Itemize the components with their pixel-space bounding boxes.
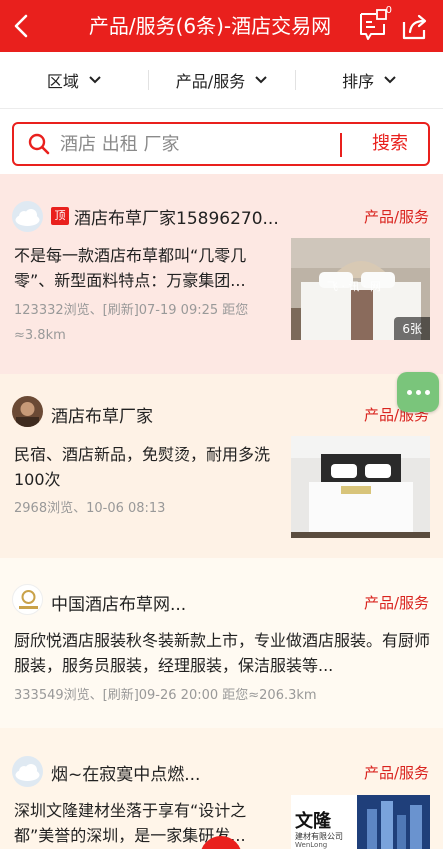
listing-thumbnail[interactable]: 飞 · 讯 · 网 6张: [291, 238, 430, 340]
page-title: 产品/服务(6条)-酒店交易网: [88, 14, 332, 38]
thumb-logo-text: 文隆: [295, 811, 331, 832]
more-dot-icon: [415, 389, 421, 395]
share-icon[interactable]: [400, 12, 430, 42]
top-tag-badge: 顶: [51, 207, 69, 225]
top-bar: 产品/服务(6条)-酒店交易网 0: [0, 0, 443, 52]
floating-chat-button[interactable]: [397, 372, 439, 412]
image-count-badge: 6张: [394, 317, 430, 340]
thumb-logo-en: WenLong Building: [295, 841, 328, 849]
chevron-down-icon: [255, 76, 267, 84]
chat-bubble-icon: [360, 9, 387, 40]
filter-region-label: 区域: [46, 72, 79, 91]
listing-category: 产品/服务: [363, 594, 429, 612]
listing-category: 产品/服务: [363, 208, 429, 226]
avatar: [12, 396, 43, 427]
messages-button[interactable]: 0: [358, 5, 392, 42]
back-arrow-icon[interactable]: [8, 10, 38, 42]
hotel-bedding-image: [291, 436, 430, 538]
listing-title[interactable]: 酒店布草厂家: [51, 402, 153, 427]
listing-description: 厨欣悦酒店服装秋冬装新款上市，专业做酒店服装。有厨师服装，服务员服装，经理服装，…: [14, 631, 431, 675]
listing-card[interactable]: 中国酒店布草网... 产品/服务 厨欣悦酒店服装秋冬装新款上市，专业做酒店服装。…: [0, 558, 443, 728]
filter-bar: 区域 产品/服务 排序: [0, 52, 443, 109]
listing-description: 深圳文隆建材坐落于享有“设计之都”美誉的深圳，是一家集研发...: [14, 801, 247, 845]
avatar: [12, 584, 43, 615]
listing-card[interactable]: 烟~在寂寞中点燃... 产品/服务 深圳文隆建材坐落于享有“设计之都”美誉的深圳…: [0, 728, 443, 849]
listing-card[interactable]: 酒店布草厂家 产品/服务 民宿、酒店新品，免熨烫，耐用多洗100次 2968浏览…: [0, 374, 443, 558]
search-button[interactable]: 搜索: [352, 124, 428, 164]
city-skyline-image: [357, 795, 430, 849]
listing-meta: 333549浏览、[刷新]09-26 20:00 距您≈206.3km: [14, 688, 317, 703]
search-box: 搜索: [12, 122, 430, 166]
user-photo-icon: [16, 402, 39, 427]
filter-sort-label: 排序: [342, 72, 375, 91]
search-icon: [28, 133, 50, 155]
chevron-down-icon: [89, 76, 101, 84]
listing-card[interactable]: 顶 酒店布草厂家15896270... 产品/服务 不是每一款酒店布草都叫“几零…: [0, 174, 443, 374]
filter-region[interactable]: 区域: [0, 52, 148, 108]
listing-category: 产品/服务: [363, 764, 429, 782]
cloud-logo-icon: [15, 209, 40, 226]
message-count-badge: 0: [385, 5, 392, 16]
more-dot-icon: [406, 389, 412, 395]
image-watermark: 飞 · 讯 · 网: [327, 280, 381, 293]
listing-title[interactable]: 中国酒店布草网...: [51, 590, 186, 615]
search-divider: [340, 133, 342, 157]
listing-meta: 2968浏览、10-06 08:13: [14, 501, 166, 516]
chevron-down-icon: [384, 76, 396, 84]
company-logo-icon: [19, 590, 38, 609]
listing-title[interactable]: 酒店布草厂家15896270...: [74, 204, 279, 229]
search-input[interactable]: [60, 130, 330, 158]
more-dot-icon: [424, 389, 430, 395]
cloud-logo-icon: [15, 764, 40, 781]
listing-thumbnail[interactable]: [291, 436, 430, 538]
avatar: [12, 201, 43, 232]
filter-category-label: 产品/服务: [175, 72, 246, 91]
company-logo-panel: 文隆 建材有限公司 WenLong Building: [291, 795, 357, 849]
listing-description: 民宿、酒店新品，免熨烫，耐用多洗100次: [14, 445, 271, 489]
listing-meta: 123332浏览、[刷新]07-19 09:25 距您≈3.8km: [14, 303, 249, 343]
filter-sort[interactable]: 排序: [295, 52, 443, 108]
avatar: [12, 756, 43, 787]
listing-title[interactable]: 烟~在寂寞中点燃...: [51, 760, 200, 785]
listing-description: 不是每一款酒店布草都叫“几零几零”、新型面料特点：万豪集团...: [14, 246, 247, 290]
filter-category[interactable]: 产品/服务: [147, 52, 296, 108]
listing-thumbnail[interactable]: 文隆 建材有限公司 WenLong Building: [291, 795, 430, 849]
